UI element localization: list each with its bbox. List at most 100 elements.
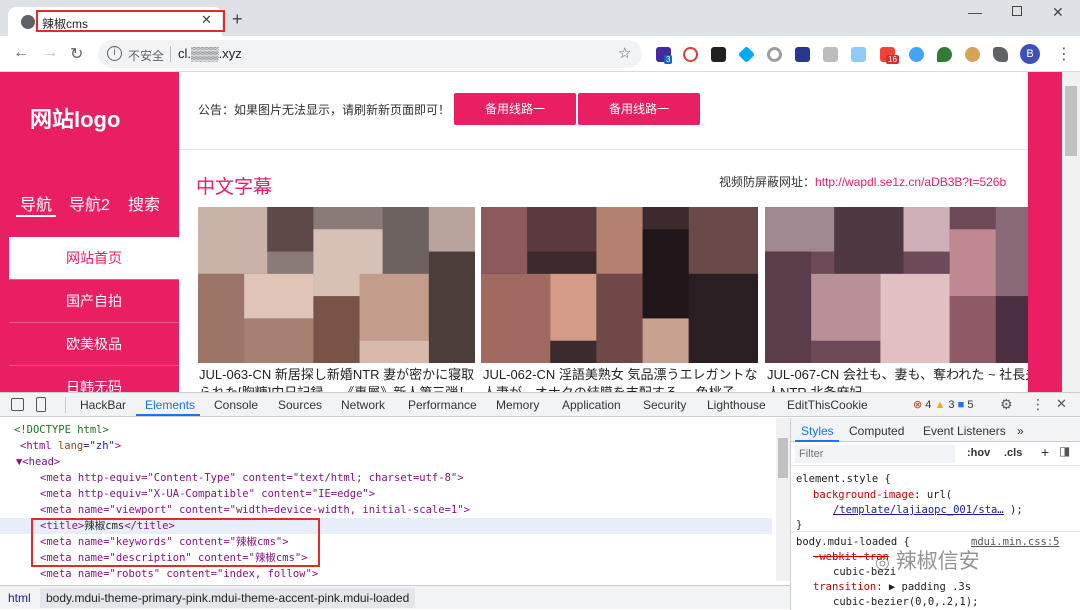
gear-icon[interactable]: ⚙	[1000, 396, 1013, 413]
extension-icon[interactable]	[909, 47, 924, 62]
video-title[interactable]: JUL-062-CN 淫語美熟女 気品漂うエレガントな 人妻が、オナクの結膜を支…	[483, 366, 760, 392]
address-bar[interactable]: i 不安全 cl.▒▒▒.xyz ☆	[98, 40, 642, 68]
window-close-icon[interactable]: ✕	[1052, 4, 1064, 21]
tab-sources[interactable]: Sources	[278, 398, 322, 412]
console-counts[interactable]: ⊗ 4 ▲ 3 ■ 5	[913, 398, 973, 411]
backup-line-button[interactable]: 备用线路一	[578, 93, 700, 125]
close-icon[interactable]: ✕	[1056, 396, 1067, 412]
cls-toggle[interactable]: .cls	[1004, 447, 1022, 459]
maximize-icon[interactable]	[1012, 6, 1022, 16]
tab-security[interactable]: Security	[643, 398, 686, 412]
avatar[interactable]: B	[1020, 44, 1040, 64]
announcement: 公告：如果图片无法显示，请刷新新页面即可！	[198, 103, 451, 117]
dom-line[interactable]: <meta name="robots" content="index, foll…	[0, 566, 776, 581]
nav-tab-search[interactable]: 搜索	[128, 191, 160, 215]
tab-performance[interactable]: Performance	[408, 398, 477, 412]
extension-icon[interactable]	[767, 47, 782, 62]
tab-lighthouse[interactable]: Lighthouse	[707, 398, 766, 412]
style-declaration[interactable]: transition: ▶ padding .3s	[813, 580, 971, 595]
nav-item-guochan[interactable]: 国产自拍	[9, 279, 179, 321]
style-declaration[interactable]: background-image: url(	[813, 488, 952, 503]
star-icon[interactable]: ☆	[618, 44, 631, 62]
video-thumbnail[interactable]	[198, 207, 475, 363]
video-thumbnail[interactable]	[481, 207, 758, 363]
video-title-line: 人NTR 北条麻妃	[767, 384, 1044, 392]
nav-item-home[interactable]: 网站首页	[9, 237, 179, 279]
breadcrumb-item[interactable]: html	[8, 591, 31, 605]
page-scrollbar[interactable]	[1062, 72, 1080, 392]
backup-line-button[interactable]: 备用线路一	[454, 93, 576, 125]
video-thumbnail[interactable]	[765, 207, 1042, 363]
extension-icon[interactable]	[711, 47, 726, 62]
nav-item-oumei[interactable]: 欧美极品	[9, 322, 179, 364]
info-icon[interactable]: i	[107, 46, 122, 61]
tab-hackbar[interactable]: HackBar	[80, 398, 126, 412]
tab-console[interactable]: Console	[214, 398, 258, 412]
scrollbar-thumb[interactable]	[778, 438, 788, 478]
puzzle-icon[interactable]	[993, 47, 1008, 62]
tab-memory[interactable]: Memory	[496, 398, 539, 412]
tab-computed[interactable]: Computed	[849, 424, 904, 438]
menu-icon[interactable]: ⋮	[1056, 44, 1072, 64]
filter-input[interactable]	[795, 445, 955, 463]
attr-value: ="zh"	[83, 440, 115, 452]
dom-line[interactable]: <meta http-equiv="X-UA-Compatible" conte…	[0, 486, 776, 502]
inspect-icon[interactable]	[11, 398, 24, 411]
extension-icon[interactable]	[823, 47, 838, 62]
forward-icon[interactable]: →	[42, 44, 58, 62]
devtools-panel: HackBar Elements Console Sources Network…	[0, 392, 1080, 610]
tab-event-listeners[interactable]: Event Listeners	[923, 424, 1006, 438]
pixelated-image	[765, 207, 1042, 363]
styles-pane: Styles Computed Event Listeners » :hov .…	[790, 418, 1080, 610]
tab-application[interactable]: Application	[562, 398, 621, 412]
pixelated-image	[198, 207, 475, 363]
scrollbar-thumb[interactable]	[1065, 86, 1077, 156]
device-toolbar-icon[interactable]	[36, 397, 46, 412]
tab-network[interactable]: Network	[341, 398, 385, 412]
sidebar-toggle-icon[interactable]: ◨	[1059, 444, 1070, 458]
site-sidebar: 网站logo 导航 导航2 搜索 网站首页 国产自拍 欧美极品 日韩无码	[0, 72, 179, 392]
dom-line[interactable]: <!DOCTYPE html>	[0, 422, 776, 438]
site-logo[interactable]: 网站logo	[30, 102, 120, 134]
dom-scrollbar[interactable]	[776, 418, 790, 581]
hov-toggle[interactable]: :hov	[967, 447, 990, 459]
browser-tab[interactable]: 辣椒cms ✕	[8, 7, 225, 36]
back-icon[interactable]: ←	[13, 44, 29, 62]
url-text[interactable]: cl.▒▒▒.xyz	[178, 46, 242, 61]
new-tab-icon[interactable]: +	[232, 9, 243, 30]
dom-line[interactable]: ▼<head>	[0, 454, 776, 470]
divider	[170, 46, 171, 62]
section-title: 中文字幕	[196, 177, 273, 198]
more-icon[interactable]: ⋮	[1031, 396, 1045, 413]
reload-icon[interactable]: ↻	[70, 44, 83, 64]
video-title[interactable]: JUL-067-CN 会社も、妻も、奪われた ~ 社長夫 人NTR 北条麻妃	[767, 366, 1044, 392]
evernote-icon[interactable]	[937, 47, 952, 62]
style-declaration[interactable]: /template/lajiaopc_001/sta… );	[833, 503, 1023, 518]
dom-line[interactable]: <meta http-equiv="Content-Type" content=…	[0, 470, 776, 486]
rule-source-link[interactable]: mdui.min.css:5	[971, 535, 1060, 550]
extension-icon[interactable]	[683, 47, 698, 62]
tab-elements[interactable]: Elements	[145, 398, 195, 412]
close-icon[interactable]: ✕	[201, 12, 212, 28]
nav-tab-daohang[interactable]: 导航	[20, 191, 52, 215]
nav-tab-daohang2[interactable]: 导航2	[69, 191, 110, 215]
more-tabs-icon[interactable]: »	[1017, 424, 1024, 438]
breadcrumb-item-active[interactable]: body.mdui-theme-primary-pink.mdui-theme-…	[40, 588, 416, 608]
nav-item-rihan[interactable]: 日韩无码	[9, 365, 179, 392]
anti-block-link[interactable]: http://wapdl.se1z.cn/aDB3B?t=526b	[815, 175, 1006, 189]
resource-link[interactable]: /template/lajiaopc_001/sta…	[833, 504, 1004, 516]
minimize-icon[interactable]: —	[968, 4, 982, 20]
tab-editthiscookie[interactable]: EditThisCookie	[787, 398, 868, 412]
extension-icon[interactable]	[738, 46, 755, 63]
video-title[interactable]: JUL-063-CN 新居探し新婚NTR 妻が密かに寝取 られた[胸糖]中日記録…	[199, 366, 476, 392]
add-rule-icon[interactable]: +	[1041, 444, 1049, 460]
right-edge-bar	[1028, 72, 1062, 392]
tab-styles[interactable]: Styles	[801, 424, 834, 438]
extension-icon[interactable]	[851, 47, 866, 62]
video-title-line: JUL-063-CN 新居探し新婚NTR 妻が密かに寝取	[199, 367, 475, 382]
dom-line[interactable]: <meta name="viewport" content="width=dev…	[0, 502, 776, 518]
globe-icon	[21, 15, 35, 29]
cookie-icon[interactable]	[965, 47, 980, 62]
dom-line[interactable]: <html lang="zh">	[0, 438, 776, 454]
extension-icon[interactable]	[795, 47, 810, 62]
